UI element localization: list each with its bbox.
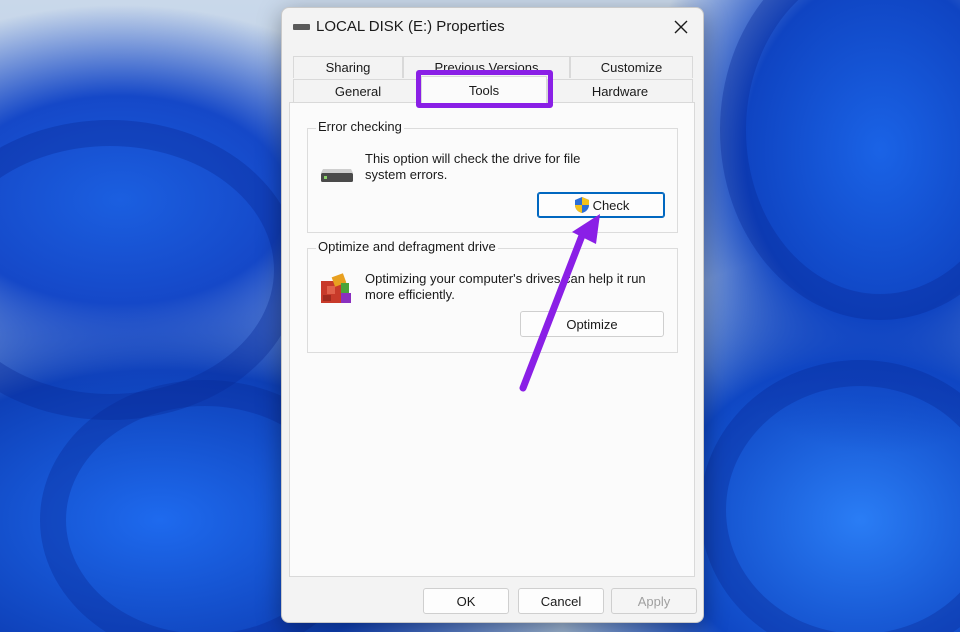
check-button[interactable]: Check bbox=[537, 192, 665, 218]
cancel-button[interactable]: Cancel bbox=[518, 588, 604, 614]
properties-dialog: LOCAL DISK (E:) Properties Sharing Previ… bbox=[281, 7, 704, 623]
close-icon bbox=[674, 20, 688, 34]
tab-general[interactable]: General bbox=[293, 79, 423, 103]
tab-label: Sharing bbox=[325, 60, 371, 75]
description-line: Optimizing your computer's drives can he… bbox=[365, 271, 646, 286]
tab-sharing[interactable]: Sharing bbox=[293, 56, 403, 78]
defrag-icon bbox=[321, 273, 351, 303]
drive-icon bbox=[321, 169, 353, 182]
description-line: more efficiently. bbox=[365, 287, 455, 302]
tools-tab-highlight bbox=[416, 70, 553, 108]
optimize-button[interactable]: Optimize bbox=[520, 311, 664, 337]
apply-label: Apply bbox=[637, 593, 671, 609]
error-checking-group: Error checking This option will check th… bbox=[307, 119, 678, 233]
optimize-label: Optimize bbox=[566, 316, 618, 332]
tab-panel-tools: Error checking This option will check th… bbox=[289, 102, 695, 577]
window-title: LOCAL DISK (E:) Properties bbox=[316, 18, 505, 35]
check-label: Check bbox=[592, 197, 630, 213]
ok-button[interactable]: OK bbox=[423, 588, 509, 614]
tab-hardware[interactable]: Hardware bbox=[547, 79, 693, 103]
error-checking-description: This option will check the drive for fil… bbox=[365, 151, 580, 183]
error-checking-title: Error checking bbox=[316, 119, 404, 134]
ok-label: OK bbox=[456, 593, 476, 609]
optimize-description: Optimizing your computer's drives can he… bbox=[365, 271, 646, 303]
apply-button[interactable]: Apply bbox=[611, 588, 697, 614]
drive-icon bbox=[293, 24, 310, 30]
optimize-title: Optimize and defragment drive bbox=[316, 239, 498, 254]
tab-label: Customize bbox=[600, 60, 663, 75]
description-line: system errors. bbox=[365, 167, 448, 182]
tab-label: Hardware bbox=[591, 84, 649, 99]
tab-label: General bbox=[334, 84, 382, 99]
close-button[interactable] bbox=[663, 12, 699, 42]
description-line: This option will check the drive for fil… bbox=[365, 151, 581, 166]
tab-customize[interactable]: Customize bbox=[570, 56, 693, 78]
cancel-label: Cancel bbox=[540, 593, 582, 609]
shield-icon bbox=[574, 197, 589, 213]
optimize-group: Optimize and defragment drive Optimizing… bbox=[307, 239, 678, 353]
title-bar[interactable]: LOCAL DISK (E:) Properties bbox=[282, 8, 703, 46]
